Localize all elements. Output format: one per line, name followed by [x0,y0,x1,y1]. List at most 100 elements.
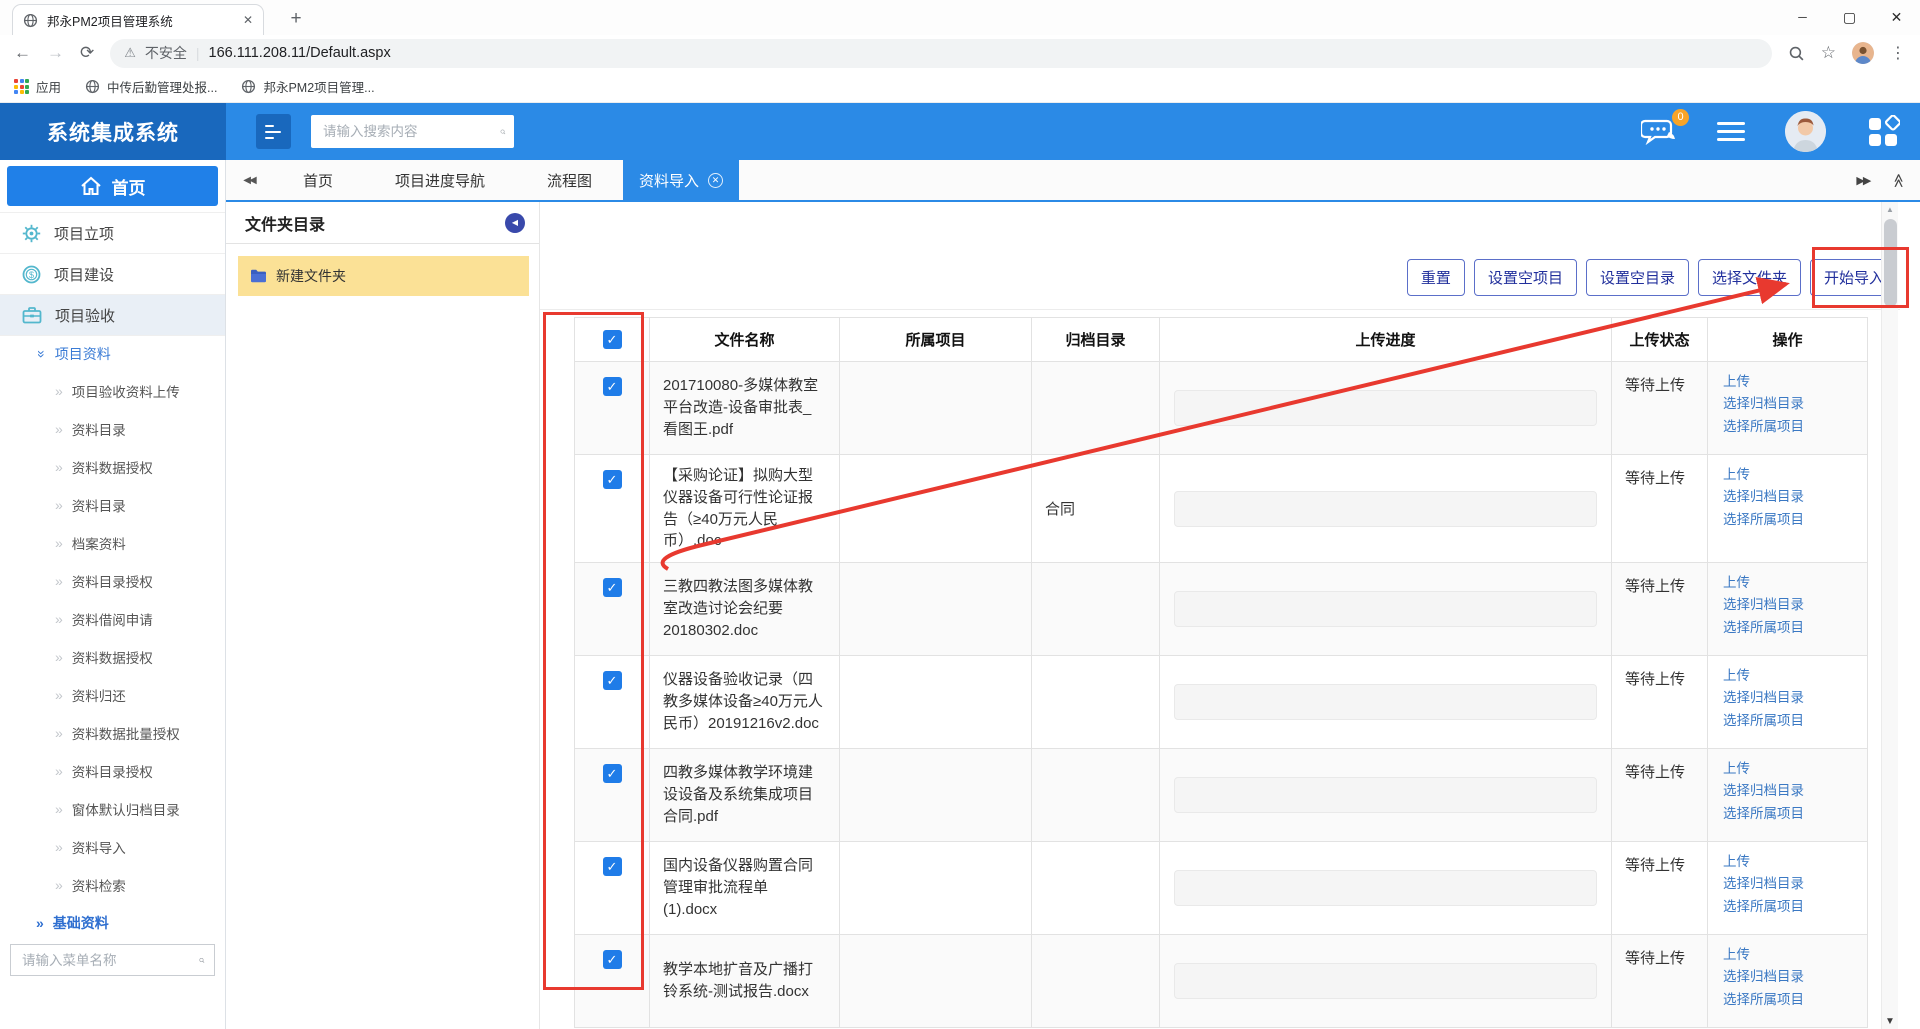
browser-menu-dots-icon[interactable]: ⋮ [1890,43,1906,63]
folder-tree-item[interactable]: 新建文件夹 [238,256,529,296]
row-checkbox[interactable]: ✓ [603,857,622,876]
apps-shortcut[interactable]: 应用 [14,77,61,96]
sidebar-sub-item[interactable]: »资料借阅申请 [0,600,225,638]
choose-archive-directory-link[interactable]: 选择归档目录 [1723,966,1867,988]
choose-archive-directory-link[interactable]: 选择归档目录 [1723,687,1867,709]
row-checkbox[interactable]: ✓ [603,764,622,783]
sidebar-sub-item[interactable]: »资料目录 [0,410,225,448]
content-tab[interactable]: 项目进度导航 [364,160,516,200]
sidebar-item-project-acceptance[interactable]: 项目验收 [0,294,225,335]
set-empty-directory-button[interactable]: 设置空目录 [1586,259,1689,296]
tabs-scroll-right-icon[interactable]: ▶▶ [1856,174,1869,187]
sidebar-sub-item[interactable]: »窗体默认归档目录 [0,790,225,828]
sidebar-item-home[interactable]: 首页 [7,166,218,206]
scroll-up-icon[interactable]: ▲ [1882,205,1898,214]
refresh-icon[interactable]: ⟳ [80,43,94,63]
sidebar-sub-item[interactable]: »资料目录授权 [0,562,225,600]
scrollbar[interactable]: ▲ ▼ [1881,202,1898,1029]
sidebar-sub-item[interactable]: »资料数据授权 [0,638,225,676]
menu-search[interactable] [10,944,215,976]
search-icon[interactable] [199,952,205,969]
sidebar-sub-item[interactable]: »项目验收资料上传 [0,372,225,410]
choose-project-link[interactable]: 选择所属项目 [1723,617,1867,639]
choose-archive-directory-link[interactable]: 选择归档目录 [1723,873,1867,895]
sidebar-collapse-icon[interactable] [256,114,291,149]
sidebar-sub-item[interactable]: »资料数据授权 [0,448,225,486]
scrollbar-thumb[interactable] [1884,219,1897,307]
sidebar-sub-item[interactable]: »资料归还 [0,676,225,714]
global-search[interactable] [311,115,514,148]
forward-icon[interactable]: → [47,43,64,63]
set-empty-project-button[interactable]: 设置空项目 [1474,259,1577,296]
choose-archive-directory-link[interactable]: 选择归档目录 [1723,780,1867,802]
sidebar-section-project-data[interactable]: » 项目资料 [0,335,225,372]
content-tab[interactable]: 流程图 [516,160,623,200]
row-checkbox[interactable]: ✓ [603,470,622,489]
global-search-input[interactable] [323,124,500,139]
collapse-up-icon[interactable]: ≫ [1890,173,1907,188]
content-tab[interactable]: 首页 [272,160,364,200]
sidebar-sub-item[interactable]: »资料数据批量授权 [0,714,225,752]
new-tab-button[interactable]: + [282,6,310,34]
sidebar-section-basic-data[interactable]: » 基础资料 [0,904,225,941]
menu-icon[interactable] [1717,122,1745,141]
scroll-down-icon[interactable]: ▼ [1882,1016,1898,1027]
browser-tab[interactable]: 邦永PM2项目管理系统 ✕ [12,4,264,35]
panel-collapse-icon[interactable]: ◀ [505,213,525,233]
upload-link[interactable]: 上传 [1723,572,1867,594]
bookmark-item[interactable]: 中传后勤管理处报... [85,77,217,96]
upload-link[interactable]: 上传 [1723,944,1867,966]
upload-link[interactable]: 上传 [1723,758,1867,780]
app-grid-icon[interactable] [1866,115,1900,149]
choose-project-link[interactable]: 选择所属项目 [1723,896,1867,918]
sidebar-sub-item[interactable]: »档案资料 [0,524,225,562]
window-maximize-icon[interactable]: ▢ [1826,0,1873,34]
choose-project-link[interactable]: 选择所属项目 [1723,710,1867,732]
back-icon[interactable]: ← [14,43,31,63]
sidebar-item-project-initiation[interactable]: 项目立项 [0,212,225,253]
sidebar-sub-item[interactable]: »资料检索 [0,866,225,904]
upload-link[interactable]: 上传 [1723,371,1867,393]
bookmark-item[interactable]: 邦永PM2项目管理... [241,77,374,96]
choose-project-link[interactable]: 选择所属项目 [1723,803,1867,825]
reset-button[interactable]: 重置 [1407,259,1465,296]
url-bar[interactable]: ⚠ 不安全 | 166.111.208.11/Default.aspx [110,39,1772,68]
choose-project-link[interactable]: 选择所属项目 [1723,989,1867,1011]
choose-folder-button[interactable]: 选择文件夹 [1698,259,1801,296]
choose-project-link[interactable]: 选择所属项目 [1723,416,1867,438]
row-checkbox[interactable]: ✓ [603,578,622,597]
sidebar-sub-item[interactable]: »资料目录授权 [0,752,225,790]
choose-project-link[interactable]: 选择所属项目 [1723,509,1867,531]
browser-profile-avatar[interactable] [1852,42,1874,64]
sidebar-item-project-construction[interactable]: $项目建设 [0,253,225,294]
choose-archive-directory-link[interactable]: 选择归档目录 [1723,594,1867,616]
messages-button[interactable]: 0 [1641,117,1677,147]
tabs-scroll-left-icon[interactable]: ◀◀ [226,175,272,186]
window-minimize-icon[interactable]: ─ [1779,0,1826,34]
choose-archive-directory-link[interactable]: 选择归档目录 [1723,486,1867,508]
menu-search-input[interactable] [22,953,199,968]
project-cell [840,362,1032,455]
row-checkbox[interactable]: ✓ [603,671,622,690]
user-avatar[interactable] [1785,111,1826,152]
select-all-checkbox[interactable]: ✓ [603,330,622,349]
tab-close-icon[interactable]: ✕ [243,13,253,27]
search-icon[interactable] [500,122,506,142]
sidebar-sub-item-label: 资料数据授权 [72,457,153,477]
upload-link[interactable]: 上传 [1723,665,1867,687]
row-checkbox[interactable]: ✓ [603,950,622,969]
row-checkbox[interactable]: ✓ [603,377,622,396]
security-warning-icon[interactable]: ⚠ [124,45,136,61]
tab-close-icon[interactable]: ✕ [708,173,723,188]
tab-data-import-active[interactable]: 资料导入 ✕ [623,160,739,200]
upload-link[interactable]: 上传 [1723,851,1867,873]
window-close-icon[interactable]: ✕ [1873,0,1920,34]
choose-archive-directory-link[interactable]: 选择归档目录 [1723,393,1867,415]
sidebar-sub-item[interactable]: »资料导入 [0,828,225,866]
table-row: ✓教学本地扩音及广播打铃系统-测试报告.docx等待上传上传选择归档目录选择所属… [575,935,1868,1028]
sidebar-sub-item[interactable]: »资料目录 [0,486,225,524]
upload-link[interactable]: 上传 [1723,464,1867,486]
bookmark-star-icon[interactable]: ☆ [1821,43,1836,63]
sidebar-section-label: 项目资料 [55,344,111,364]
zoom-icon[interactable] [1788,45,1805,62]
